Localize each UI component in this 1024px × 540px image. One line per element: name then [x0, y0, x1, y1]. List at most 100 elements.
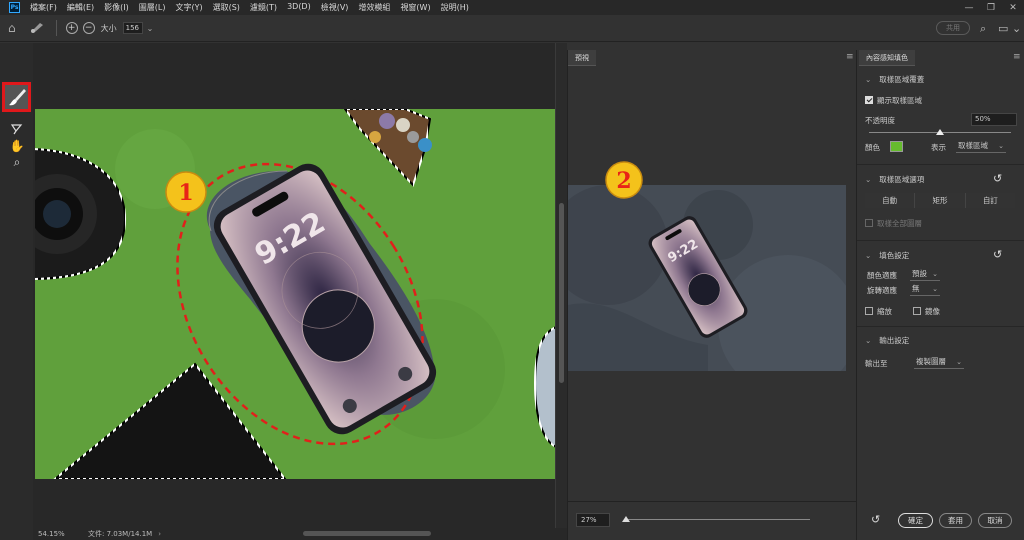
chevron-down-icon: ⌄ — [865, 336, 872, 345]
window-controls: — ❐ ✕ — [958, 3, 1024, 13]
annotation-marker-2-badge: 2 — [605, 161, 643, 199]
sample-all-layers-checkbox[interactable] — [865, 219, 873, 227]
tab-preview[interactable]: 預視 — [568, 50, 596, 66]
indicates-label: 表示 — [931, 143, 946, 152]
mirror-checkbox[interactable] — [913, 307, 921, 315]
section-title: 取樣區域覆蓋 — [879, 75, 925, 84]
color-adaptation-dropdown[interactable]: 預設 ⌄ — [910, 268, 940, 281]
menu-item[interactable]: 視窗(W) — [395, 2, 435, 13]
preview-controls: 27% — [568, 501, 856, 540]
zoom-level[interactable]: 54.15% — [38, 530, 68, 538]
reset-all-icon[interactable]: ↺ — [871, 513, 880, 526]
opacity-slider-knob[interactable] — [936, 129, 944, 135]
reset-fill-icon[interactable]: ↺ — [993, 248, 1002, 261]
show-sampling-label: 顯示取樣區域 — [877, 96, 922, 105]
preview-zoom-knob[interactable] — [621, 516, 630, 522]
size-label: 大小 — [100, 23, 117, 33]
menu-item[interactable]: 檔案(F) — [25, 2, 62, 13]
section-title: 輸出設定 — [879, 336, 910, 345]
reset-sampling-icon[interactable]: ↺ — [993, 172, 1002, 185]
status-bar: 54.15% 文件: 7.03M/14.1M › — [33, 528, 567, 540]
menu-item[interactable]: 檢視(V) — [316, 2, 354, 13]
scrollbar-thumb[interactable] — [559, 203, 564, 383]
section-title: 取樣區域選項 — [879, 175, 925, 184]
panel-menu-icon[interactable]: ≡ — [846, 52, 854, 62]
share-button[interactable]: 共用 — [936, 21, 970, 35]
rotation-adaptation-dropdown[interactable]: 無 ⌄ — [910, 283, 940, 296]
menu-item[interactable]: 選取(S) — [208, 2, 245, 13]
chevron-down-icon: ⌄ — [998, 142, 1004, 150]
output-to-value: 複製圖層 — [916, 357, 946, 366]
workspace-icon[interactable]: ▭ — [998, 22, 1008, 35]
chevron-down-icon: ⌄ — [932, 285, 938, 293]
mode-auto-button[interactable]: 自動 — [865, 193, 916, 208]
menu-item[interactable]: 3D(D) — [282, 2, 316, 13]
preview-zoom-slider[interactable] — [624, 519, 810, 520]
chevron-down-icon: ⌄ — [865, 175, 872, 184]
zoom-tool-icon[interactable]: ⌕ — [7, 155, 27, 170]
chevron-down-icon: ⌄ — [865, 75, 872, 84]
indicates-dropdown[interactable]: 取樣區域 ⌄ — [956, 140, 1006, 153]
sampling-brush-icon — [8, 89, 26, 106]
menu-item[interactable]: 增效模組 — [353, 2, 395, 13]
tab-content-aware-fill[interactable]: 內容感知填色 — [859, 50, 915, 66]
menu-item[interactable]: 文字(Y) — [170, 2, 207, 13]
divider — [857, 240, 1024, 241]
hand-tool-icon[interactable]: ✋ — [7, 139, 27, 153]
menu-item[interactable]: 濾鏡(T) — [245, 2, 282, 13]
workspace-chevron-icon[interactable]: ⌄ — [1012, 22, 1021, 35]
sampling-mode-segmented: 自動 矩形 自訂 — [865, 193, 1015, 208]
brush-preset-icon[interactable] — [30, 21, 46, 35]
document-size: 文件: 7.03M/14.1M — [88, 530, 153, 538]
section-output-settings[interactable]: ⌄ 輸出設定 — [865, 335, 909, 346]
ok-button[interactable]: 確定 — [898, 513, 933, 528]
restore-button[interactable]: ❐ — [980, 3, 1002, 13]
section-fill-settings[interactable]: ⌄ 填色設定 — [865, 250, 909, 261]
section-sampling-options[interactable]: ⌄ 取樣區域選項 — [865, 174, 924, 185]
tools-panel: ✋ ⌕ — [0, 43, 33, 540]
panel-menu-icon[interactable]: ≡ — [1013, 52, 1021, 62]
lasso-tool-icon[interactable] — [7, 123, 27, 138]
document-canvas[interactable]: 9:22 1 — [33, 43, 556, 528]
menu-items: 檔案(F) 編輯(E) 影像(I) 圖層(L) 文字(Y) 選取(S) 濾鏡(T) 3D(D)… — [25, 2, 474, 13]
scale-checkbox[interactable] — [865, 307, 873, 315]
size-input[interactable]: 156 — [122, 22, 143, 34]
annotation-marker-2: 2 — [616, 168, 631, 194]
menu-item[interactable]: 圖層(L) — [134, 2, 171, 13]
section-sampling-overlay[interactable]: ⌄ 取樣區域覆蓋 — [865, 74, 924, 85]
subtract-from-sample-icon[interactable]: − — [82, 22, 95, 34]
preview-zoom-input[interactable]: 27% — [576, 513, 610, 527]
mode-custom-button[interactable]: 自訂 — [965, 193, 1015, 208]
chevron-down-icon[interactable]: ⌄ — [147, 24, 154, 33]
indicates-value: 取樣區域 — [958, 141, 988, 150]
menu-item[interactable]: 影像(I) — [99, 2, 134, 13]
section-title: 填色設定 — [879, 251, 910, 260]
horizontal-scrollbar-thumb[interactable] — [303, 531, 431, 536]
home-icon[interactable]: ⌂ — [8, 21, 16, 35]
chevron-down-icon: ⌄ — [865, 251, 872, 260]
close-button[interactable]: ✕ — [1002, 3, 1024, 13]
sampling-brush-tool[interactable] — [2, 82, 31, 112]
divider — [857, 326, 1024, 327]
mode-rectangular-button[interactable]: 矩形 — [915, 193, 966, 208]
minimize-button[interactable]: — — [958, 3, 980, 13]
apply-button[interactable]: 套用 — [939, 513, 972, 528]
menu-item[interactable]: 說明(H) — [436, 2, 474, 13]
preview-image: 9:22 — [568, 185, 846, 371]
opacity-input[interactable]: 50% — [971, 113, 1017, 126]
search-icon[interactable]: ⌕ — [980, 22, 986, 36]
cancel-button[interactable]: 取消 — [978, 513, 1012, 528]
add-to-sample-icon[interactable]: + — [65, 22, 78, 34]
canvas-vertical-scrollbar[interactable] — [555, 43, 567, 528]
status-chevron-icon[interactable]: › — [158, 530, 161, 538]
opacity-label: 不透明度 — [865, 116, 895, 125]
menu-item[interactable]: 編輯(E) — [62, 2, 99, 13]
show-sampling-checkbox[interactable] — [865, 96, 873, 104]
output-to-label: 輸出至 — [865, 359, 888, 368]
divider — [857, 164, 1024, 165]
content-aware-fill-panel: 內容感知填色 ≡ ⌄ 取樣區域覆蓋 顯示取樣區域 不透明度 50% 顏色 表示 取… — [856, 50, 1024, 540]
menu-bar: Ps 檔案(F) 編輯(E) 影像(I) 圖層(L) 文字(Y) 選取(S) 濾鏡(T) 3D… — [0, 0, 1024, 15]
separator — [55, 20, 57, 36]
overlay-color-swatch[interactable] — [890, 141, 903, 152]
output-to-dropdown[interactable]: 複製圖層 ⌄ — [914, 356, 964, 369]
